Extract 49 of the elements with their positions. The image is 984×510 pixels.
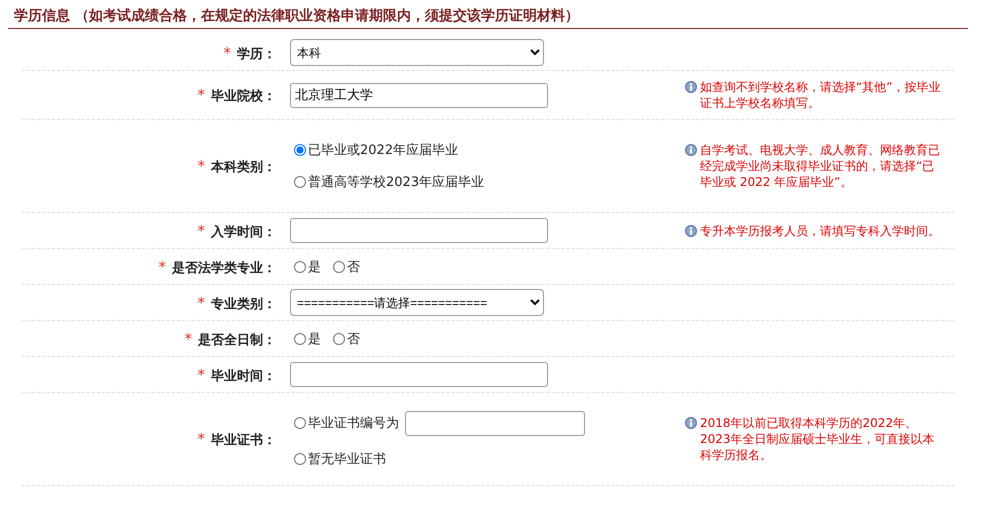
- required-mark: *: [158, 258, 166, 276]
- radio-button[interactable]: [294, 452, 306, 464]
- info-icon: [685, 144, 697, 156]
- hint-text: 如查询不到学校名称，请选择“其他”，按毕业证书上学校名称填写。: [700, 79, 941, 111]
- radio-button[interactable]: [294, 144, 306, 156]
- info-icon: [685, 81, 697, 93]
- section-title: 学历信息 （如考试成绩合格，在规定的法律职业资格申请期限内，须提交该学历证明材料）: [14, 8, 579, 24]
- required-mark: *: [198, 86, 205, 104]
- radio-button[interactable]: [294, 260, 306, 272]
- field-label: 毕业时间：: [211, 368, 276, 384]
- radio-label: 毕业证书编号为: [308, 415, 399, 432]
- required-mark: *: [198, 222, 205, 240]
- hint-text: 专升本学历报考人员，请填写专科入学时间。: [700, 222, 940, 238]
- radio-button[interactable]: [333, 260, 345, 272]
- radio-label: 已毕业或2022年应届毕业: [308, 142, 458, 159]
- required-mark: *: [198, 430, 205, 448]
- hint-text: 自学考试、电视大学、成人教育、网络教育已经完成学业尚未取得毕业证书的，请选择“已毕业或 2022 年应届毕业”。: [700, 142, 941, 190]
- info-icon: [685, 417, 697, 429]
- dropdown[interactable]: 本科: [290, 39, 544, 66]
- required-mark: *: [184, 330, 192, 348]
- input-field[interactable]: 北京理工大学: [290, 82, 548, 108]
- radio-label: 暂无毕业证书: [308, 450, 386, 468]
- radio-label: 否: [347, 258, 360, 276]
- input-field[interactable]: [290, 218, 548, 243]
- input-field[interactable]: [290, 362, 548, 387]
- field-label: 是否全日制：: [198, 332, 276, 348]
- radio-button[interactable]: [294, 176, 306, 188]
- required-mark: *: [224, 44, 231, 62]
- radio-label: 是: [308, 330, 321, 348]
- field-label: 学历：: [237, 46, 276, 62]
- radio-button[interactable]: [294, 332, 306, 344]
- radio-label: 否: [347, 330, 360, 348]
- required-mark: *: [198, 157, 205, 175]
- required-mark: *: [198, 366, 205, 384]
- field-label: 是否法学类专业：: [172, 260, 276, 276]
- info-icon: [685, 224, 697, 236]
- field-label: 本科类别：: [211, 160, 276, 175]
- input-field[interactable]: [405, 410, 585, 436]
- radio-label: 普通高等学校2023年应届毕业: [308, 174, 484, 191]
- required-mark: *: [198, 294, 205, 312]
- radio-button[interactable]: [333, 332, 345, 344]
- field-label: 毕业院校：: [211, 89, 276, 104]
- field-label: 专业类别：: [211, 296, 276, 312]
- field-label: 入学时间：: [211, 224, 276, 240]
- dropdown[interactable]: ===========请选择===========: [290, 289, 544, 316]
- field-label: 毕业证书：: [211, 433, 276, 448]
- radio-label: 是: [308, 258, 321, 276]
- hint-text: 2018年以前已取得本科学历的2022年、2023年全日制应届硕士毕业生，可直接以本科学历报名。: [700, 415, 936, 463]
- radio-button[interactable]: [294, 417, 306, 429]
